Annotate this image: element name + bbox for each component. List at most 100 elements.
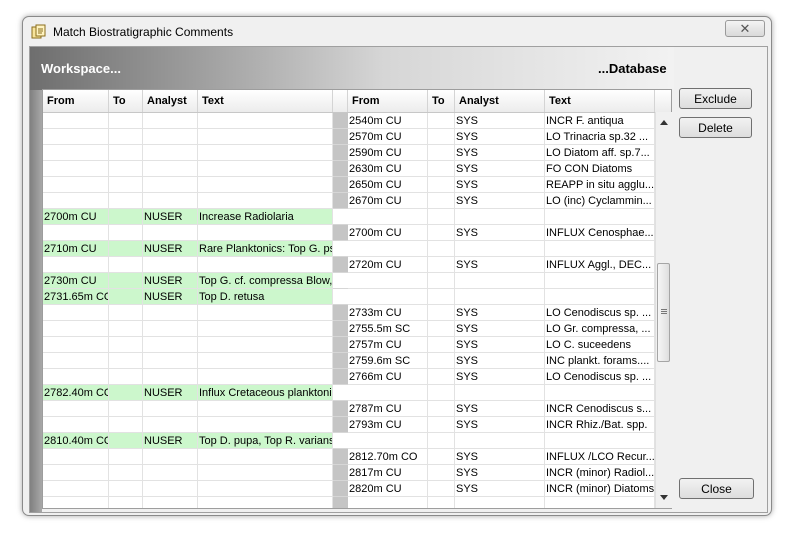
db-cell[interactable] [428,241,455,257]
ws-cell[interactable] [143,369,198,385]
table-row[interactable]: 2700m CU NUSER Increase Radiolaria [43,209,671,225]
db-cell[interactable] [455,209,545,225]
table-row[interactable]: 2793m CU SYS INCR Rhiz./Bat. spp. [43,417,671,433]
db-cell[interactable]: SYS [455,305,545,321]
db-cell[interactable]: LO Gr. compressa, ... [545,321,655,337]
db-cell[interactable] [428,497,455,508]
table-row[interactable]: 2670m CU SYS LO (inc) Cyclammin... [43,193,671,209]
ws-cell[interactable] [198,225,333,241]
ws-cell[interactable] [143,305,198,321]
ws-cell[interactable]: NUSER [143,385,198,401]
ws-cell[interactable]: Top D. retusa [198,289,333,305]
table-row[interactable]: 2755.5m SC SYS LO Gr. compressa, ... [43,321,671,337]
db-cell[interactable] [428,225,455,241]
ws-cell[interactable] [43,481,109,497]
ws-cell[interactable] [109,241,143,257]
db-cell[interactable]: INC plankt. forams.... [545,353,655,369]
ws-cell[interactable]: 2730m CU [43,273,109,289]
db-cell[interactable] [428,273,455,289]
db-cell[interactable]: 2817m CU [348,465,428,481]
ws-cell[interactable] [109,225,143,241]
db-cell[interactable]: INFLUX /LCO Recur... [545,449,655,465]
db-cell[interactable]: 2590m CU [348,145,428,161]
db-cell[interactable]: SYS [455,177,545,193]
table-row[interactable]: 2810.40m CO NUSER Top D. pupa, Top R. vari… [43,433,671,449]
ws-cell[interactable] [43,177,109,193]
table-row[interactable] [43,497,671,508]
db-cell[interactable]: SYS [455,449,545,465]
ws-cell[interactable] [198,193,333,209]
ws-cell[interactable] [109,209,143,225]
ws-cell[interactable]: Top D. pupa, Top R. varians [198,433,333,449]
db-cell[interactable] [428,257,455,273]
ws-cell[interactable] [109,273,143,289]
db-cell[interactable]: 2733m CU [348,305,428,321]
ws-cell[interactable] [143,497,198,508]
ws-cell[interactable] [43,497,109,508]
table-row[interactable]: 2757m CU SYS LO C. suceedens [43,337,671,353]
db-cell[interactable]: 2670m CU [348,193,428,209]
ws-cell[interactable] [109,353,143,369]
ws-cell[interactable] [143,321,198,337]
ws-cell[interactable] [43,369,109,385]
ws-cell[interactable] [198,369,333,385]
table-row[interactable]: 2590m CU SYS LO Diatom aff. sp.7... [43,145,671,161]
db-cell[interactable] [428,161,455,177]
db-cell[interactable]: 2812.70m CO [348,449,428,465]
ws-cell[interactable] [109,465,143,481]
db-cell[interactable]: SYS [455,145,545,161]
db-cell[interactable] [428,433,455,449]
table-row[interactable]: 2540m CU SYS INCR F. antiqua [43,113,671,129]
ws-cell[interactable] [109,257,143,273]
ws-cell[interactable] [109,161,143,177]
db-cell[interactable] [545,241,655,257]
db-cell[interactable]: 2540m CU [348,113,428,129]
ws-cell[interactable] [198,353,333,369]
db-cell[interactable]: INCR F. antiqua [545,113,655,129]
db-cell[interactable]: SYS [455,161,545,177]
db-cell[interactable] [428,369,455,385]
ws-col-to[interactable]: To [109,90,143,112]
ws-cell[interactable] [143,481,198,497]
ws-cell[interactable]: 2731.65m CO [43,289,109,305]
ws-cell[interactable] [143,225,198,241]
db-cell[interactable]: SYS [455,113,545,129]
ws-cell[interactable] [143,401,198,417]
db-cell[interactable] [348,385,428,401]
db-cell[interactable] [348,209,428,225]
db-cell[interactable]: SYS [455,369,545,385]
ws-cell[interactable] [43,193,109,209]
ws-cell[interactable] [109,129,143,145]
ws-cell[interactable]: NUSER [143,273,198,289]
db-cell[interactable]: SYS [455,129,545,145]
ws-cell[interactable] [143,353,198,369]
db-cell[interactable]: 2755.5m SC [348,321,428,337]
ws-col-from[interactable]: From [43,90,109,112]
db-cell[interactable]: SYS [455,257,545,273]
db-cell[interactable] [428,193,455,209]
db-cell[interactable] [428,177,455,193]
db-cell[interactable]: INCR Cenodiscus s... [545,401,655,417]
table-row[interactable]: 2710m CU NUSER Rare Planktonics: Top G. ps… [43,241,671,257]
ws-cell[interactable] [143,145,198,161]
ws-cell[interactable] [143,465,198,481]
table-row[interactable]: 2787m CU SYS INCR Cenodiscus s... [43,401,671,417]
db-cell[interactable] [545,273,655,289]
close-button[interactable]: Close [679,478,754,499]
ws-cell[interactable] [198,145,333,161]
db-cell[interactable]: REAPP in situ agglu... [545,177,655,193]
db-cell[interactable]: LO Cenodiscus sp. ... [545,369,655,385]
ws-cell[interactable] [143,449,198,465]
table-row[interactable]: 2570m CU SYS LO Trinacria sp.32 ... [43,129,671,145]
db-col-to[interactable]: To [428,90,455,112]
ws-cell[interactable] [43,465,109,481]
ws-cell[interactable] [109,113,143,129]
table-row[interactable]: 2700m CU SYS INFLUX Cenosphae... [43,225,671,241]
db-cell[interactable]: LO C. suceedens [545,337,655,353]
db-col-analyst[interactable]: Analyst [455,90,545,112]
ws-cell[interactable] [43,321,109,337]
db-cell[interactable]: 2720m CU [348,257,428,273]
ws-cell[interactable]: 2710m CU [43,241,109,257]
ws-cell[interactable] [143,337,198,353]
ws-cell[interactable] [109,417,143,433]
